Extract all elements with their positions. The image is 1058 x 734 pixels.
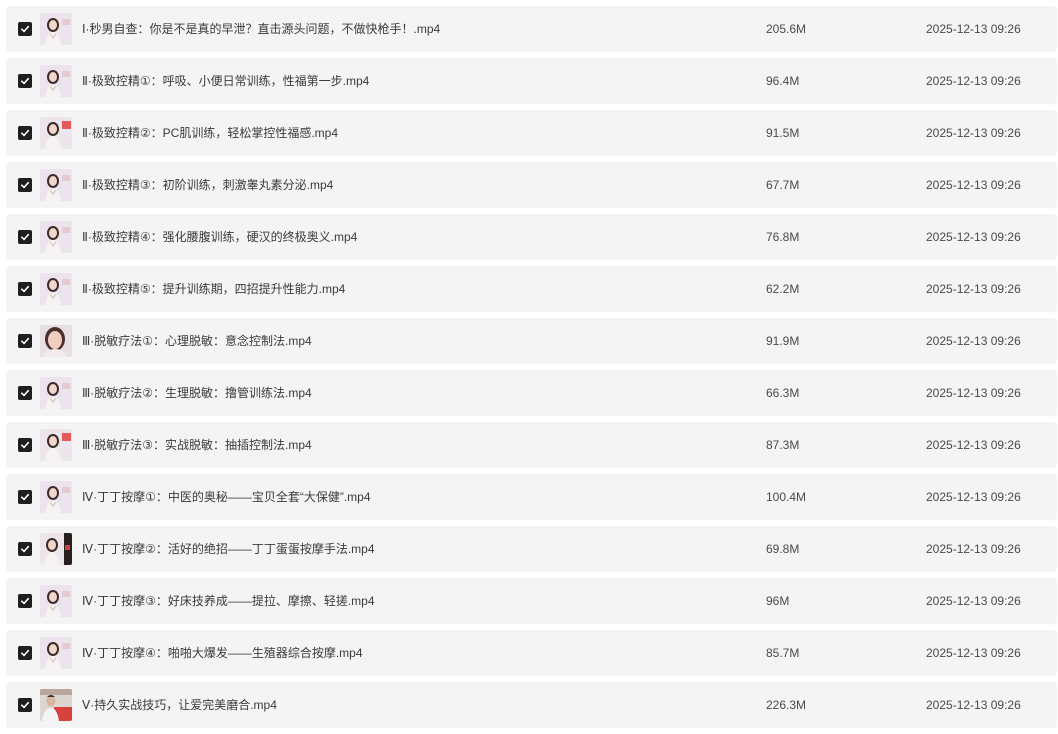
file-name[interactable]: Ⅲ·脱敏疗法③：实战脱敏：抽插控制法.mp4 bbox=[82, 422, 312, 468]
video-thumbnail bbox=[40, 533, 72, 565]
row-checkbox[interactable] bbox=[18, 126, 32, 140]
modified-date: 2025-12-13 09:26 bbox=[926, 438, 1021, 452]
modified-date: 2025-12-13 09:26 bbox=[926, 334, 1021, 348]
file-name[interactable]: Ⅱ·极致控精①：呼吸、小便日常训练，性福第一步.mp4 bbox=[82, 58, 369, 104]
modified-date: 2025-12-13 09:26 bbox=[926, 178, 1021, 192]
checkmark-icon bbox=[21, 337, 30, 345]
file-size: 85.7M bbox=[766, 646, 800, 660]
row-checkbox[interactable] bbox=[18, 542, 32, 556]
modified-date: 2025-12-13 09:26 bbox=[926, 126, 1021, 140]
modified-date: 2025-12-13 09:26 bbox=[926, 282, 1021, 296]
modified-date: 2025-12-13 09:26 bbox=[926, 542, 1021, 556]
file-size: 96.4M bbox=[766, 74, 800, 88]
file-name[interactable]: Ⅱ·极致控精④：强化腰腹训练，硬汉的终极奥义.mp4 bbox=[82, 214, 357, 260]
checkmark-icon bbox=[21, 441, 30, 449]
checkmark-icon bbox=[21, 493, 30, 501]
checkmark-icon bbox=[21, 129, 30, 137]
modified-date: 2025-12-13 09:26 bbox=[926, 74, 1021, 88]
modified-date: 2025-12-13 09:26 bbox=[926, 594, 1021, 608]
video-thumbnail bbox=[40, 13, 72, 45]
file-name[interactable]: Ⅳ·丁丁按摩①：中医的奥秘——宝贝全套“大保健”.mp4 bbox=[82, 474, 371, 520]
file-list: Ⅰ·秒男自查：你是不是真的早泄？直击源头问题，不做快枪手！.mp4 205.6M 2… bbox=[6, 6, 1057, 734]
file-size: 66.3M bbox=[766, 386, 800, 400]
row-checkbox[interactable] bbox=[18, 178, 32, 192]
file-size: 96M bbox=[766, 594, 790, 608]
video-thumbnail bbox=[40, 637, 72, 669]
video-thumbnail bbox=[40, 169, 72, 201]
video-thumbnail bbox=[40, 65, 72, 97]
row-checkbox[interactable] bbox=[18, 334, 32, 348]
file-name[interactable]: Ⅴ·持久实战技巧，让爱完美磨合.mp4 bbox=[82, 682, 277, 728]
file-size: 226.3M bbox=[766, 698, 807, 712]
file-row[interactable]: Ⅱ·极致控精①：呼吸、小便日常训练，性福第一步.mp4 96.4M 2025-12-… bbox=[6, 58, 1057, 104]
file-row[interactable]: Ⅳ·丁丁按摩①：中医的奥秘——宝贝全套“大保健”.mp4 100.4M 2025-1… bbox=[6, 474, 1057, 520]
video-thumbnail bbox=[40, 429, 72, 461]
file-row[interactable]: Ⅱ·极致控精②：PC肌训练，轻松掌控性福感.mp4 91.5M 2025-12-13… bbox=[6, 110, 1057, 156]
modified-date: 2025-12-13 09:26 bbox=[926, 386, 1021, 400]
file-size: 76.8M bbox=[766, 230, 800, 244]
file-name[interactable]: Ⅱ·极致控精②：PC肌训练，轻松掌控性福感.mp4 bbox=[82, 110, 338, 156]
file-row[interactable]: Ⅳ·丁丁按摩③：好床技养成——提拉、摩擦、轻搓.mp4 96M 2025-12-13… bbox=[6, 578, 1057, 624]
checkmark-icon bbox=[21, 77, 30, 85]
checkmark-icon bbox=[21, 285, 30, 293]
file-size: 62.2M bbox=[766, 282, 800, 296]
modified-date: 2025-12-13 09:26 bbox=[926, 22, 1021, 36]
modified-date: 2025-12-13 09:26 bbox=[926, 698, 1021, 712]
file-row[interactable]: Ⅰ·秒男自查：你是不是真的早泄？直击源头问题，不做快枪手！.mp4 205.6M 2… bbox=[6, 6, 1057, 52]
video-thumbnail bbox=[40, 689, 72, 721]
file-name[interactable]: Ⅱ·极致控精③：初阶训练，刺激睾丸素分泌.mp4 bbox=[82, 162, 333, 208]
file-name[interactable]: Ⅲ·脱敏疗法②：生理脱敏：撸管训练法.mp4 bbox=[82, 370, 312, 416]
file-size: 91.9M bbox=[766, 334, 800, 348]
modified-date: 2025-12-13 09:26 bbox=[926, 646, 1021, 660]
file-name[interactable]: Ⅰ·秒男自查：你是不是真的早泄？直击源头问题，不做快枪手！.mp4 bbox=[82, 6, 440, 52]
row-checkbox[interactable] bbox=[18, 22, 32, 36]
file-row[interactable]: Ⅴ·持久实战技巧，让爱完美磨合.mp4 226.3M 2025-12-13 09:2… bbox=[6, 682, 1057, 728]
row-checkbox[interactable] bbox=[18, 490, 32, 504]
row-checkbox[interactable] bbox=[18, 230, 32, 244]
row-checkbox[interactable] bbox=[18, 282, 32, 296]
video-thumbnail bbox=[40, 325, 72, 357]
file-row[interactable]: Ⅲ·脱敏疗法①：心理脱敏：意念控制法.mp4 91.9M 2025-12-13 09… bbox=[6, 318, 1057, 364]
file-size: 67.7M bbox=[766, 178, 800, 192]
checkmark-icon bbox=[21, 389, 30, 397]
file-row[interactable]: Ⅲ·脱敏疗法②：生理脱敏：撸管训练法.mp4 66.3M 2025-12-13 09… bbox=[6, 370, 1057, 416]
file-row[interactable]: Ⅱ·极致控精④：强化腰腹训练，硬汉的终极奥义.mp4 76.8M 2025-12-1… bbox=[6, 214, 1057, 260]
video-thumbnail bbox=[40, 221, 72, 253]
video-thumbnail bbox=[40, 585, 72, 617]
checkmark-icon bbox=[21, 181, 30, 189]
file-row[interactable]: Ⅱ·极致控精⑤：提升训练期，四招提升性能力.mp4 62.2M 2025-12-13… bbox=[6, 266, 1057, 312]
file-name[interactable]: Ⅳ·丁丁按摩③：好床技养成——提拉、摩擦、轻搓.mp4 bbox=[82, 578, 375, 624]
row-checkbox[interactable] bbox=[18, 646, 32, 660]
file-name[interactable]: Ⅳ·丁丁按摩②：活好的绝招——丁丁蛋蛋按摩手法.mp4 bbox=[82, 526, 375, 572]
file-name[interactable]: Ⅳ·丁丁按摩④：啪啪大爆发——生殖器综合按摩.mp4 bbox=[82, 630, 363, 676]
row-checkbox[interactable] bbox=[18, 74, 32, 88]
checkmark-icon bbox=[21, 649, 30, 657]
video-thumbnail bbox=[40, 481, 72, 513]
checkmark-icon bbox=[21, 701, 30, 709]
file-size: 100.4M bbox=[766, 490, 807, 504]
file-row[interactable]: Ⅲ·脱敏疗法③：实战脱敏：抽插控制法.mp4 87.3M 2025-12-13 09… bbox=[6, 422, 1057, 468]
file-row[interactable]: Ⅱ·极致控精③：初阶训练，刺激睾丸素分泌.mp4 67.7M 2025-12-13 … bbox=[6, 162, 1057, 208]
checkmark-icon bbox=[21, 25, 30, 33]
row-checkbox[interactable] bbox=[18, 386, 32, 400]
file-size: 69.8M bbox=[766, 542, 800, 556]
file-row[interactable]: Ⅳ·丁丁按摩④：啪啪大爆发——生殖器综合按摩.mp4 85.7M 2025-12-1… bbox=[6, 630, 1057, 676]
file-name[interactable]: Ⅲ·脱敏疗法①：心理脱敏：意念控制法.mp4 bbox=[82, 318, 312, 364]
modified-date: 2025-12-13 09:26 bbox=[926, 230, 1021, 244]
file-row[interactable]: Ⅳ·丁丁按摩②：活好的绝招——丁丁蛋蛋按摩手法.mp4 69.8M 2025-12-… bbox=[6, 526, 1057, 572]
modified-date: 2025-12-13 09:26 bbox=[926, 490, 1021, 504]
file-size: 205.6M bbox=[766, 22, 807, 36]
video-thumbnail bbox=[40, 377, 72, 409]
video-thumbnail bbox=[40, 117, 72, 149]
checkmark-icon bbox=[21, 597, 30, 605]
file-name[interactable]: Ⅱ·极致控精⑤：提升训练期，四招提升性能力.mp4 bbox=[82, 266, 345, 312]
video-thumbnail bbox=[40, 273, 72, 305]
row-checkbox[interactable] bbox=[18, 438, 32, 452]
checkmark-icon bbox=[21, 233, 30, 241]
row-checkbox[interactable] bbox=[18, 594, 32, 608]
file-size: 91.5M bbox=[766, 126, 800, 140]
file-size: 87.3M bbox=[766, 438, 800, 452]
row-checkbox[interactable] bbox=[18, 698, 32, 712]
checkmark-icon bbox=[21, 545, 30, 553]
